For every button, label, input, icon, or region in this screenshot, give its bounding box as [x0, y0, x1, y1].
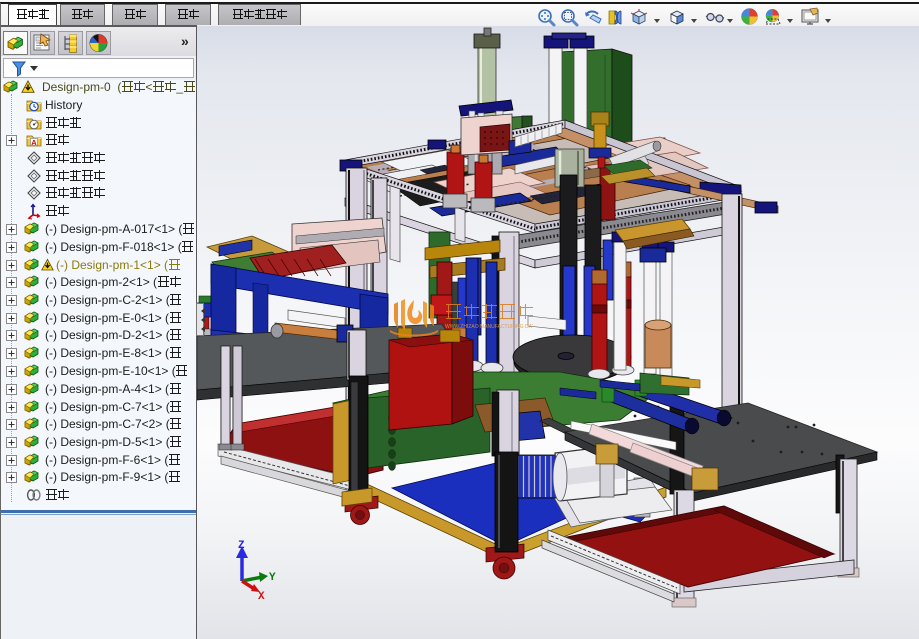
svg-text:X: X [258, 591, 265, 600]
svg-text:Y: Y [269, 572, 276, 584]
svg-text:Z: Z [238, 540, 245, 552]
